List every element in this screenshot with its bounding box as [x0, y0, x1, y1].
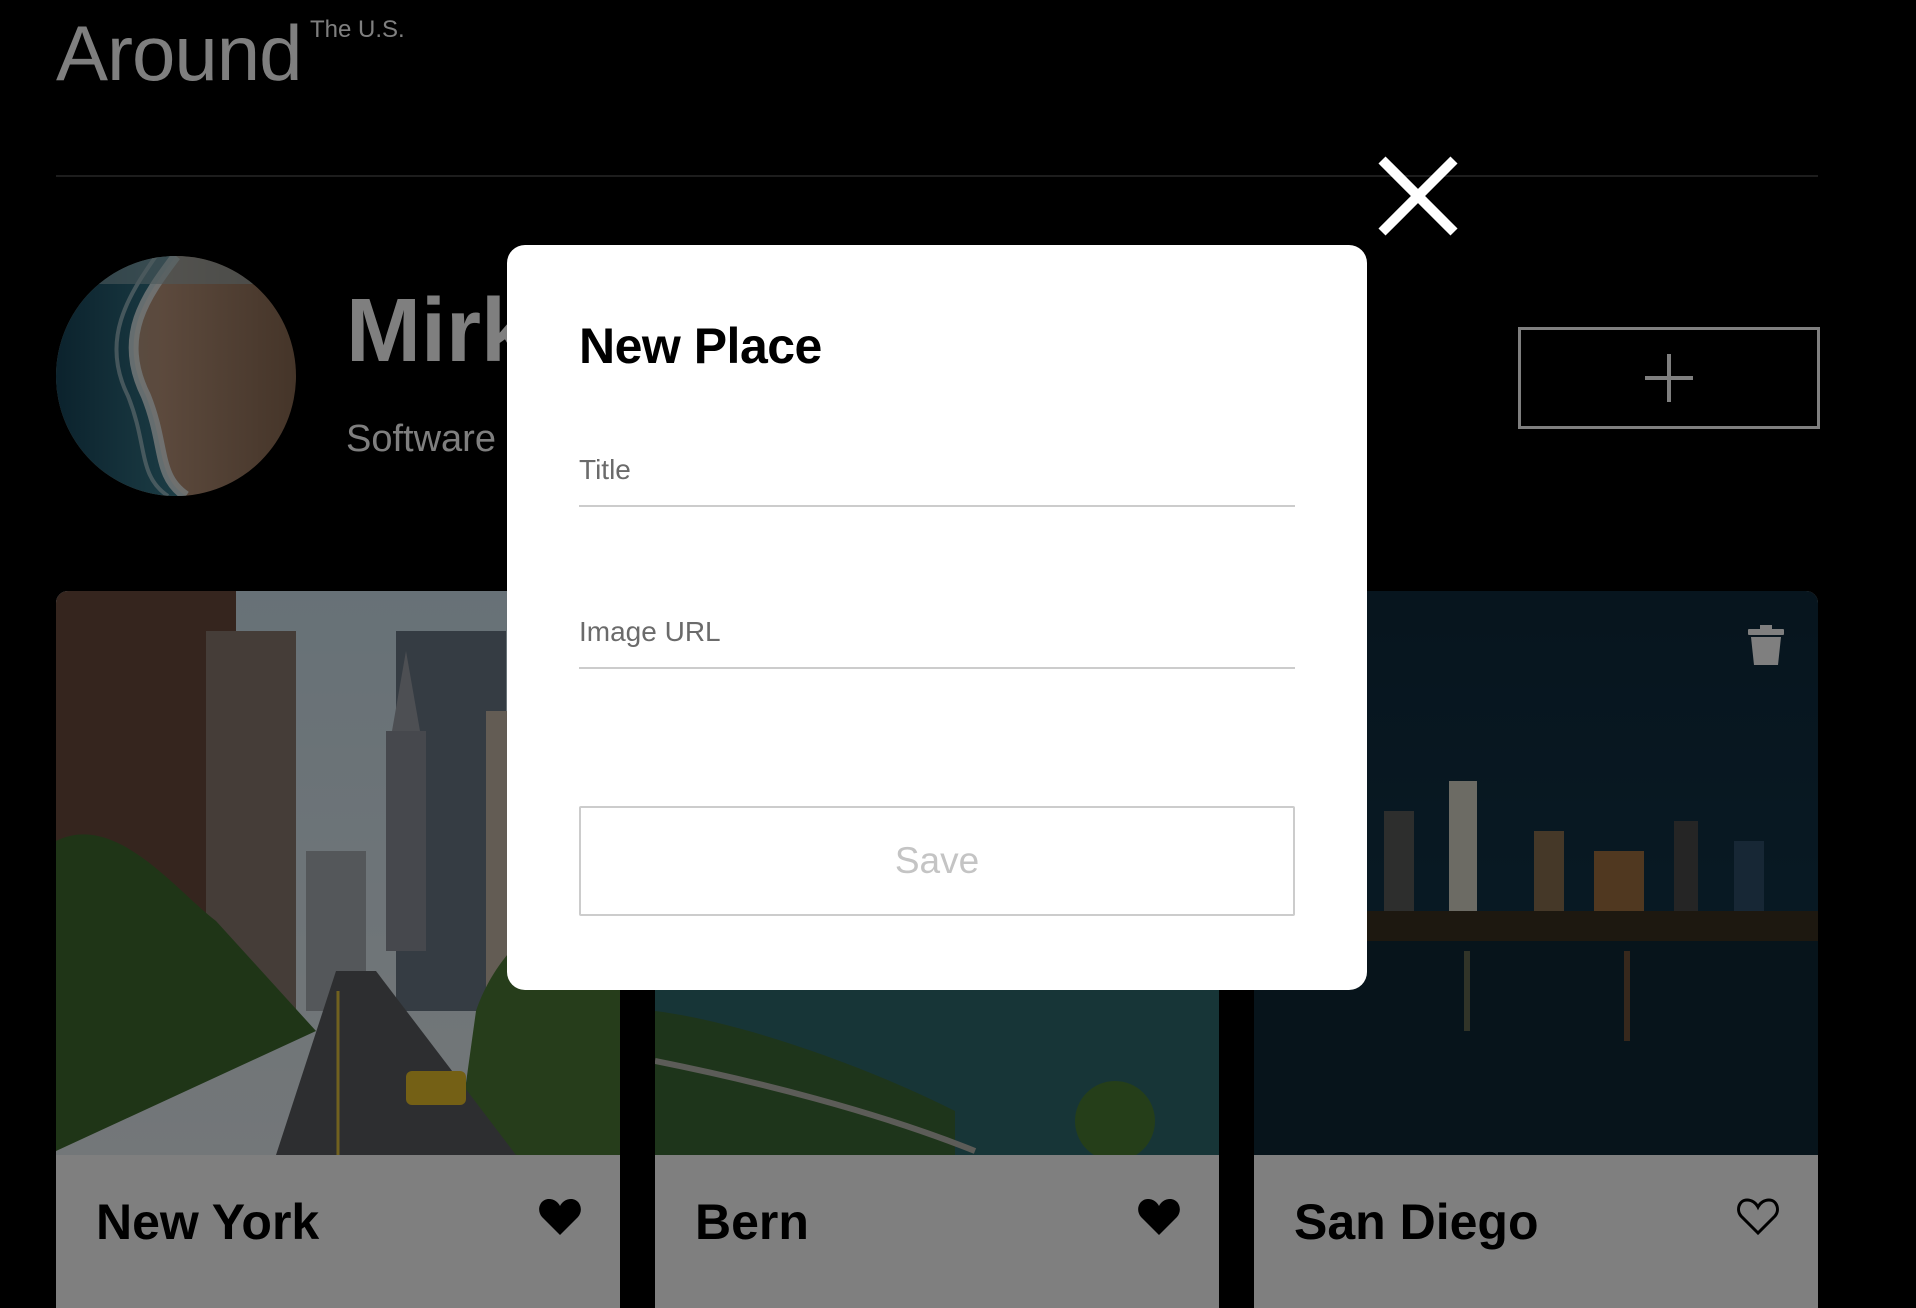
image-url-input[interactable]	[579, 597, 1295, 669]
close-icon	[1378, 156, 1458, 236]
new-place-popup: New Place Save	[507, 245, 1367, 990]
save-button[interactable]: Save	[579, 806, 1295, 916]
popup-title: New Place	[579, 318, 822, 374]
popup-close-button[interactable]	[1378, 156, 1458, 236]
title-input[interactable]	[579, 435, 1295, 507]
page: Around The U.S. Mirk Softw	[0, 0, 1916, 1308]
